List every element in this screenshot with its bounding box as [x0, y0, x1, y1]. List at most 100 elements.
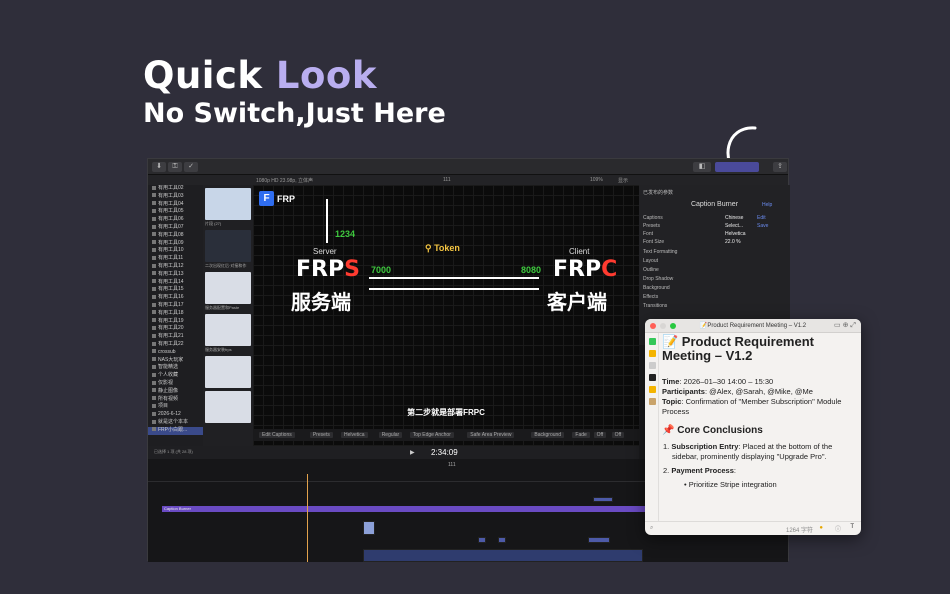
sidebar-item[interactable]: 有用工具18 — [148, 310, 203, 318]
play-icon[interactable]: ▶ — [410, 449, 415, 456]
sidebar-item[interactable]: 智能精选 — [148, 364, 203, 372]
window-actions-icon[interactable]: ▭ ⊕ ⤢ — [834, 319, 856, 333]
inspector-section[interactable]: Text Formatting — [643, 249, 677, 255]
sidebar-item[interactable]: 2026-6-12 — [148, 411, 203, 419]
inspector-section[interactable]: Layout — [643, 258, 658, 264]
thumbnail-clip[interactable] — [205, 188, 251, 220]
timeline-clip[interactable] — [478, 537, 486, 543]
caption-control[interactable]: Off — [611, 432, 625, 438]
caption-control[interactable]: Background — [531, 432, 565, 438]
help-link[interactable]: Help — [762, 202, 772, 208]
thumbnail-clip[interactable] — [205, 391, 251, 423]
sidebar-item[interactable]: 个人收藏 — [148, 372, 203, 380]
note-folder-icon[interactable] — [649, 350, 656, 357]
timeline-clip[interactable] — [588, 537, 610, 543]
caption-control[interactable]: Edit Captions — [259, 432, 295, 438]
sidebar-item-label: 有用工具11 — [158, 255, 184, 262]
inspector-row-value[interactable]: Select... — [725, 223, 743, 229]
thumbnail-clip[interactable] — [205, 314, 251, 346]
note-folder-icon[interactable] — [649, 386, 656, 393]
quicklook-footer: ⌕ 1264 字符 ● ⓘ T — [645, 521, 861, 535]
keyword-icon[interactable]: ⚿ — [168, 162, 182, 172]
timeline-clip[interactable] — [363, 521, 375, 535]
sidebar-item[interactable]: crossub — [148, 349, 203, 357]
sidebar-item-label: 有用工具03 — [158, 192, 184, 199]
caption-control[interactable]: Presets — [309, 432, 333, 438]
sidebar-item[interactable]: 有用工具13 — [148, 271, 203, 279]
video-viewer[interactable]: F FRP 1234 Server FRPS 服务端 ⚲ Token 7000 8… — [253, 185, 639, 447]
view-switch-icon[interactable]: ◧ — [693, 162, 711, 172]
maximize-icon[interactable] — [670, 323, 676, 329]
sidebar-item[interactable]: 有用工具22 — [148, 341, 203, 349]
note-doc-icon[interactable] — [649, 362, 656, 369]
viewer-toolbar: 1080p HD 23.98p, 立体声 111 109% 显示 — [148, 175, 788, 185]
folder-icon — [152, 232, 156, 237]
note-check-icon[interactable] — [649, 338, 656, 345]
sidebar-item[interactable]: 有用工具15 — [148, 286, 203, 294]
inspector-row-value[interactable]: 22.0 % — [725, 239, 741, 245]
sidebar-item[interactable]: 有用工具21 — [148, 333, 203, 341]
sidebar-item[interactable]: 仅影视 — [148, 380, 203, 388]
timeline-clip[interactable] — [498, 537, 506, 543]
thumbnail-clip[interactable] — [205, 356, 251, 388]
sidebar-item[interactable]: 有用工具03 — [148, 193, 203, 201]
inspector-row-action[interactable]: Save — [757, 223, 768, 229]
close-icon[interactable] — [650, 323, 656, 329]
sidebar-item[interactable]: 所有视频 — [148, 396, 203, 404]
inspector-row-value[interactable]: Helvetica — [725, 231, 746, 237]
sidebar-item[interactable]: 有用工具20 — [148, 325, 203, 333]
caption-control[interactable]: Top Edge Anchor — [409, 432, 454, 438]
sidebar-item[interactable]: 静止图像 — [148, 388, 203, 396]
inspector-section[interactable]: Drop Shadow — [643, 276, 673, 282]
inspector-row-action[interactable]: Edit — [757, 215, 766, 221]
timeline-clip[interactable] — [593, 497, 613, 502]
inspector-section[interactable]: Background — [643, 285, 670, 291]
sidebar-item[interactable]: 项目 — [148, 403, 203, 411]
note-memo-icon[interactable] — [649, 398, 656, 405]
sidebar-item[interactable]: 有用工具10 — [148, 247, 203, 255]
mic-icon[interactable]: ● — [819, 525, 823, 531]
note-terminal-icon[interactable] — [649, 374, 656, 381]
sidebar-item[interactable]: 有用工具08 — [148, 232, 203, 240]
caption-control[interactable]: Off — [593, 432, 607, 438]
sidebar-item[interactable]: FRP小白跟... — [148, 426, 203, 435]
minimize-icon[interactable] — [660, 323, 666, 329]
sidebar-item[interactable]: 有用工具06 — [148, 216, 203, 224]
sidebar-item[interactable]: 有用工具12 — [148, 263, 203, 271]
thumbnail-clip[interactable] — [205, 272, 251, 304]
info-icon[interactable]: ⓘ — [835, 524, 841, 533]
caption-control[interactable]: Fade — [572, 432, 590, 438]
view-menu[interactable]: 显示 — [618, 177, 628, 184]
sidebar-item[interactable]: 有用工具17 — [148, 302, 203, 310]
video-track[interactable] — [363, 549, 643, 562]
share-icon[interactable]: ⇪ — [773, 162, 787, 172]
sidebar-item[interactable]: 就是这个本本 — [148, 419, 203, 427]
caption-control[interactable]: Helvetica — [341, 432, 368, 438]
server-cn: 服务端 — [291, 290, 351, 314]
caption-control[interactable]: Safe Area Preview — [467, 432, 515, 438]
search-icon[interactable]: ⌕ — [650, 525, 653, 532]
import-icon[interactable]: ⬇ — [152, 162, 166, 172]
thumbnail-caption: 二次出现红后·对接和作 — [205, 263, 247, 268]
text-format-icon[interactable]: T — [850, 524, 854, 530]
sidebar-item[interactable]: 有用工具16 — [148, 294, 203, 302]
zoom-level[interactable]: 109% — [590, 177, 603, 183]
sidebar-item-label: 就是这个本本 — [158, 418, 189, 425]
inspector-section[interactable]: Outline — [643, 267, 659, 273]
inspector-section[interactable]: Transitions — [643, 303, 667, 309]
caption-clip[interactable]: Caption Burner — [162, 506, 650, 512]
caption-control[interactable]: Regular — [378, 432, 403, 438]
sidebar-item[interactable]: 有用工具11 — [148, 255, 203, 263]
frame-count: 111 — [443, 177, 451, 183]
check-icon[interactable]: ✓ — [184, 162, 198, 172]
playhead[interactable] — [307, 474, 308, 562]
thumbnail-clip[interactable] — [205, 230, 251, 262]
time-value: : 2026–01–30 14:00 – 15:30 — [679, 377, 774, 386]
inspector-section[interactable]: Effects — [643, 294, 658, 300]
quicklook-window: 📝Product Requirement Meeting – V1.2 ▭ ⊕ … — [645, 319, 861, 535]
inspector-row-value[interactable]: Chinese — [725, 215, 743, 221]
sidebar-item[interactable]: 有用工具07 — [148, 224, 203, 232]
sidebar-item[interactable]: 有用工具02 — [148, 185, 203, 193]
client-name: FRPC — [553, 257, 617, 282]
workspace-tabs[interactable] — [715, 162, 759, 172]
